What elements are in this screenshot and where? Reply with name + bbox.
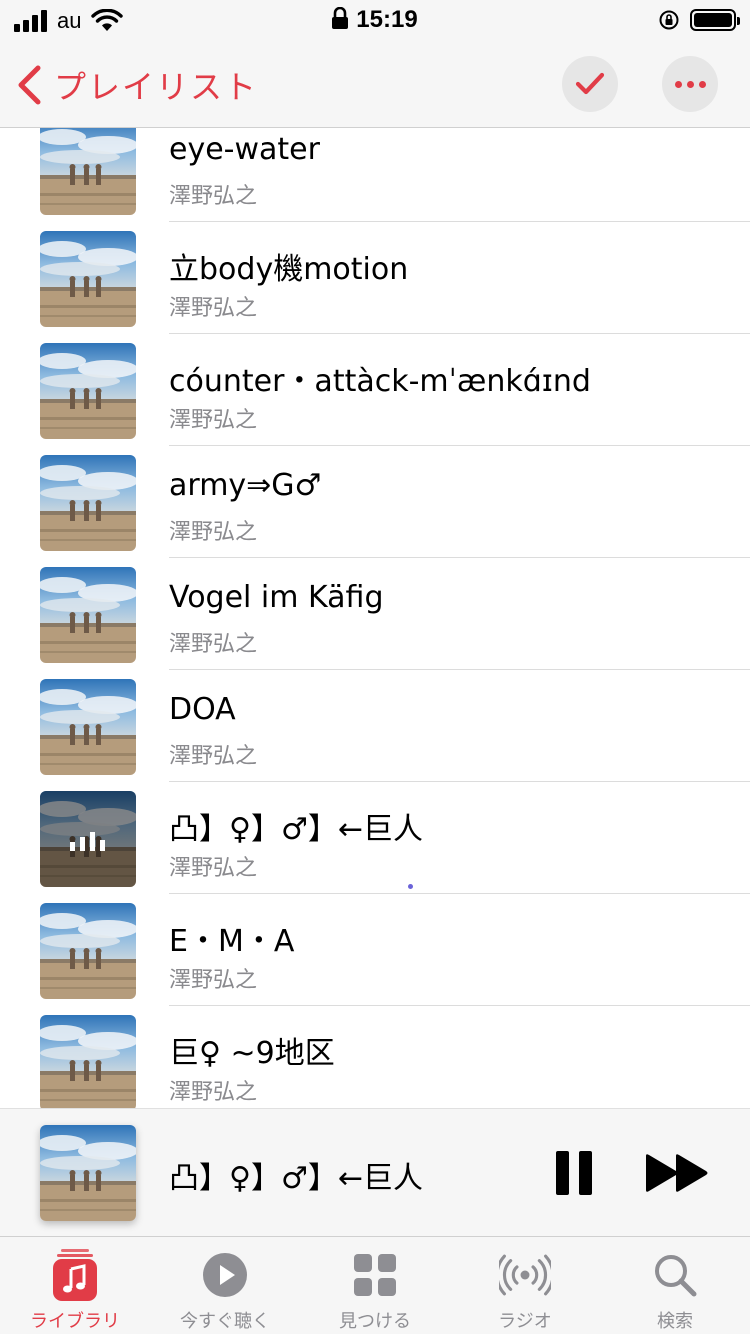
fast-forward-icon: [646, 1154, 708, 1192]
song-artist: 澤野弘之: [169, 296, 258, 321]
song-title: E・M・A: [169, 924, 295, 959]
done-button[interactable]: [562, 56, 618, 112]
tab-label: 見つける: [339, 1311, 411, 1332]
checkmark-icon: [575, 72, 605, 95]
album-artwork: [40, 791, 136, 887]
song-artist: 澤野弘之: [169, 632, 258, 657]
status-right: [658, 9, 740, 31]
back-button-label: プレイリスト: [54, 68, 259, 106]
chevron-left-icon: [18, 65, 41, 105]
song-row[interactable]: 立body機motion 澤野弘之: [0, 222, 750, 334]
tab-library[interactable]: ライブラリ: [0, 1237, 150, 1334]
song-row[interactable]: cóunter・attàck-mˈænkɑ́ɪnd 澤野弘之: [0, 334, 750, 446]
tab-browse[interactable]: 見つける: [300, 1237, 450, 1334]
orientation-lock-icon: [659, 10, 679, 30]
play-circle-icon: [199, 1249, 251, 1301]
song-row[interactable]: eye-water 澤野弘之: [0, 128, 750, 222]
tab-radio[interactable]: ラジオ: [450, 1237, 600, 1334]
song-title: army⇒G♂: [169, 468, 322, 503]
music-note-icon: [49, 1249, 101, 1301]
album-artwork: [40, 567, 136, 663]
album-artwork: [40, 455, 136, 551]
song-row[interactable]: E・M・A 澤野弘之: [0, 894, 750, 1006]
pause-button[interactable]: [556, 1151, 596, 1195]
song-artist: 澤野弘之: [169, 968, 258, 993]
grid-icon: [349, 1249, 401, 1301]
album-artwork: [40, 903, 136, 999]
album-artwork: [40, 343, 136, 439]
album-artwork: [40, 231, 136, 327]
mini-player-title[interactable]: 凸】♀】♂】←巨人: [169, 1153, 423, 1197]
clock: 15:19: [356, 6, 418, 33]
tab-label: ライブラリ: [30, 1311, 120, 1332]
search-icon: [649, 1249, 701, 1301]
song-title: 巨♀ ~9地区: [169, 1036, 335, 1071]
song-artist: 澤野弘之: [169, 744, 258, 769]
tab-label: 今すぐ聴く: [180, 1311, 270, 1332]
ellipsis-icon: [674, 80, 706, 88]
status-bar: au 15:19: [0, 0, 750, 40]
song-row[interactable]: DOA 澤野弘之: [0, 670, 750, 782]
song-artist: 澤野弘之: [169, 856, 258, 881]
song-title: 凸】♀】♂】←巨人: [169, 812, 424, 847]
tab-search[interactable]: 検索: [600, 1237, 750, 1334]
tab-label: ラジオ: [498, 1311, 552, 1332]
song-row[interactable]: Vogel im Käfig 澤野弘之: [0, 558, 750, 670]
album-artwork: [40, 128, 136, 215]
navigation-bar: プレイリスト: [0, 40, 750, 128]
skip-forward-button[interactable]: [644, 1153, 710, 1193]
song-list: eye-water 澤野弘之 立body機motion 澤野弘之 cóunter・att…: [0, 128, 750, 1108]
mini-player-artwork[interactable]: [40, 1125, 136, 1221]
song-title: Vogel im Käfig: [169, 580, 384, 615]
song-row[interactable]: army⇒G♂ 澤野弘之: [0, 446, 750, 558]
song-title: eye-water: [169, 132, 320, 167]
now-playing-bars-icon: [70, 829, 105, 851]
song-title: cóunter・attàck-mˈænkɑ́ɪnd: [169, 364, 591, 399]
battery-icon: [690, 9, 740, 31]
album-artwork: [40, 679, 136, 775]
song-row[interactable]: 凸】♀】♂】←巨人澤野弘之: [0, 782, 750, 894]
song-artist: 澤野弘之: [169, 1080, 258, 1105]
pause-icon: [556, 1151, 569, 1195]
song-title: 立body機motion: [169, 252, 409, 287]
lock-icon: [332, 7, 349, 29]
tab-label: 検索: [657, 1311, 693, 1332]
status-time: 15:19: [0, 6, 750, 34]
tab-bar: ライブラリ 今すぐ聴く 見つける ラジオ 検索: [0, 1236, 750, 1334]
song-artist: 澤野弘之: [169, 520, 258, 545]
tab-listen-now[interactable]: 今すぐ聴く: [150, 1237, 300, 1334]
album-artwork: [40, 1015, 136, 1108]
song-artist: 澤野弘之: [169, 184, 258, 209]
song-artist: 澤野弘之: [169, 408, 258, 433]
radio-waves-icon: [499, 1249, 551, 1301]
back-button[interactable]: プレイリスト: [16, 62, 258, 108]
song-title: DOA: [169, 692, 236, 727]
more-options-button[interactable]: [662, 56, 718, 112]
mini-player: 凸】♀】♂】←巨人: [0, 1108, 750, 1236]
song-row[interactable]: 巨♀ ~9地区澤野弘之: [0, 1006, 750, 1108]
scroll-indicator-dot: [408, 884, 413, 889]
